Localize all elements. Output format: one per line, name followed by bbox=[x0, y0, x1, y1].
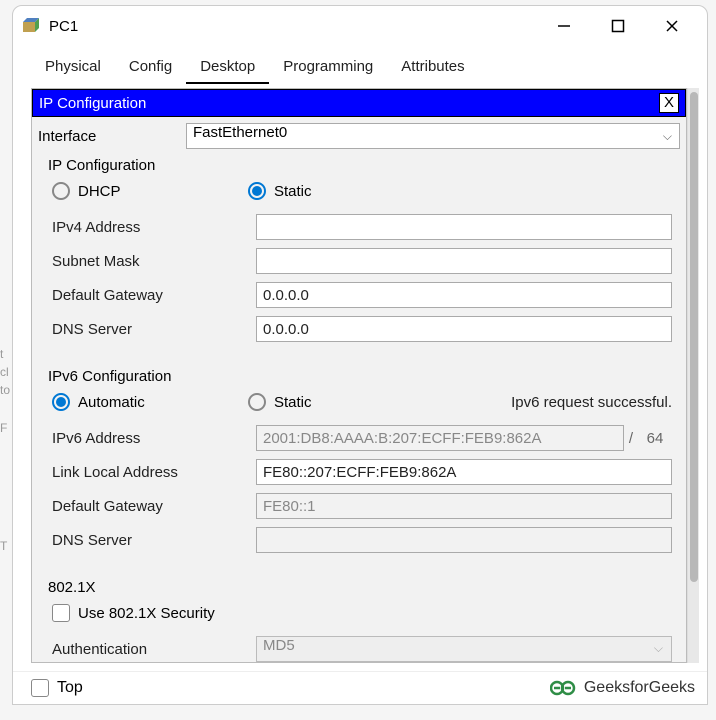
scrollbar[interactable] bbox=[687, 88, 699, 663]
use-8021x-checkbox[interactable] bbox=[52, 604, 70, 622]
ipv6-group-title: IPv6 Configuration bbox=[46, 368, 672, 385]
tab-physical[interactable]: Physical bbox=[31, 52, 115, 84]
ipv6-address-input[interactable] bbox=[256, 425, 624, 451]
app-window: PC1 Physical Config Desktop Programming … bbox=[12, 5, 708, 705]
footer: Top GeeksforGeeks bbox=[13, 671, 707, 704]
ipv6-gateway-input[interactable] bbox=[256, 493, 672, 519]
brand-text: GeeksforGeeks bbox=[584, 679, 695, 697]
dhcp-label: DHCP bbox=[78, 183, 121, 200]
dns-server-label: DNS Server bbox=[52, 321, 256, 338]
ipv4-group-title: IP Configuration bbox=[46, 157, 672, 174]
use-8021x-label: Use 802.1X Security bbox=[78, 605, 215, 622]
ipv4-address-label: IPv4 Address bbox=[52, 219, 256, 236]
maximize-button[interactable] bbox=[603, 11, 633, 41]
authentication-select[interactable]: MD5 ⌵ bbox=[256, 636, 672, 662]
default-gateway-input[interactable] bbox=[256, 282, 672, 308]
link-local-input[interactable] bbox=[256, 459, 672, 485]
tab-desktop[interactable]: Desktop bbox=[186, 52, 269, 84]
ipv4-group: IP Configuration DHCP Static IPv4 Addres… bbox=[38, 155, 680, 360]
tab-programming[interactable]: Programming bbox=[269, 52, 387, 84]
dot1x-group: 802.1X Use 802.1X Security Authenticatio… bbox=[38, 577, 680, 663]
panel-header: IP Configuration X bbox=[32, 89, 686, 117]
top-label: Top bbox=[57, 679, 83, 697]
ipv6-group: IPv6 Configuration Automatic Static Ipv6… bbox=[38, 366, 680, 571]
app-icon bbox=[21, 16, 41, 36]
chevron-down-icon: ⌵ bbox=[654, 641, 663, 656]
ipv6-prefix: 64 bbox=[638, 430, 672, 447]
automatic-radio[interactable] bbox=[52, 393, 70, 411]
ipv6-address-label: IPv6 Address bbox=[52, 430, 256, 447]
authentication-label: Authentication bbox=[52, 641, 256, 658]
interface-label: Interface bbox=[38, 128, 178, 145]
brand: GeeksforGeeks bbox=[550, 678, 695, 698]
static-radio[interactable] bbox=[248, 182, 266, 200]
interface-select[interactable]: FastEthernet0 bbox=[186, 123, 680, 149]
top-checkbox[interactable] bbox=[31, 679, 49, 697]
automatic-label: Automatic bbox=[78, 394, 145, 411]
screenshot-edge-text: t cl to F T bbox=[0, 345, 10, 555]
brand-icon bbox=[550, 678, 578, 698]
prefix-separator: / bbox=[624, 430, 638, 447]
ipv6-static-label: Static bbox=[274, 394, 312, 411]
panel-close-button[interactable]: X bbox=[659, 93, 679, 113]
config-panel: IP Configuration X Interface FastEtherne… bbox=[31, 88, 687, 663]
scroll-thumb[interactable] bbox=[690, 92, 698, 582]
default-gateway-label: Default Gateway bbox=[52, 287, 256, 304]
chevron-down-icon: ⌵ bbox=[663, 129, 672, 144]
tab-bar: Physical Config Desktop Programming Attr… bbox=[13, 46, 707, 84]
dhcp-radio[interactable] bbox=[52, 182, 70, 200]
ipv6-dns-input[interactable] bbox=[256, 527, 672, 553]
subnet-mask-input[interactable] bbox=[256, 248, 672, 274]
minimize-button[interactable] bbox=[549, 11, 579, 41]
ipv6-dns-label: DNS Server bbox=[52, 532, 256, 549]
close-button[interactable] bbox=[657, 11, 687, 41]
dot1x-group-title: 802.1X bbox=[46, 579, 672, 596]
tab-config[interactable]: Config bbox=[115, 52, 186, 84]
window-controls bbox=[549, 11, 699, 41]
ipv4-address-input[interactable] bbox=[256, 214, 672, 240]
link-local-label: Link Local Address bbox=[52, 464, 256, 481]
window-title: PC1 bbox=[49, 18, 549, 35]
tab-attributes[interactable]: Attributes bbox=[387, 52, 478, 84]
ipv6-status: Ipv6 request successful. bbox=[511, 394, 672, 411]
titlebar: PC1 bbox=[13, 6, 707, 46]
panel-title: IP Configuration bbox=[39, 95, 146, 112]
ipv6-static-radio[interactable] bbox=[248, 393, 266, 411]
subnet-mask-label: Subnet Mask bbox=[52, 253, 256, 270]
dns-server-input[interactable] bbox=[256, 316, 672, 342]
ipv6-gateway-label: Default Gateway bbox=[52, 498, 256, 515]
static-label: Static bbox=[274, 183, 312, 200]
